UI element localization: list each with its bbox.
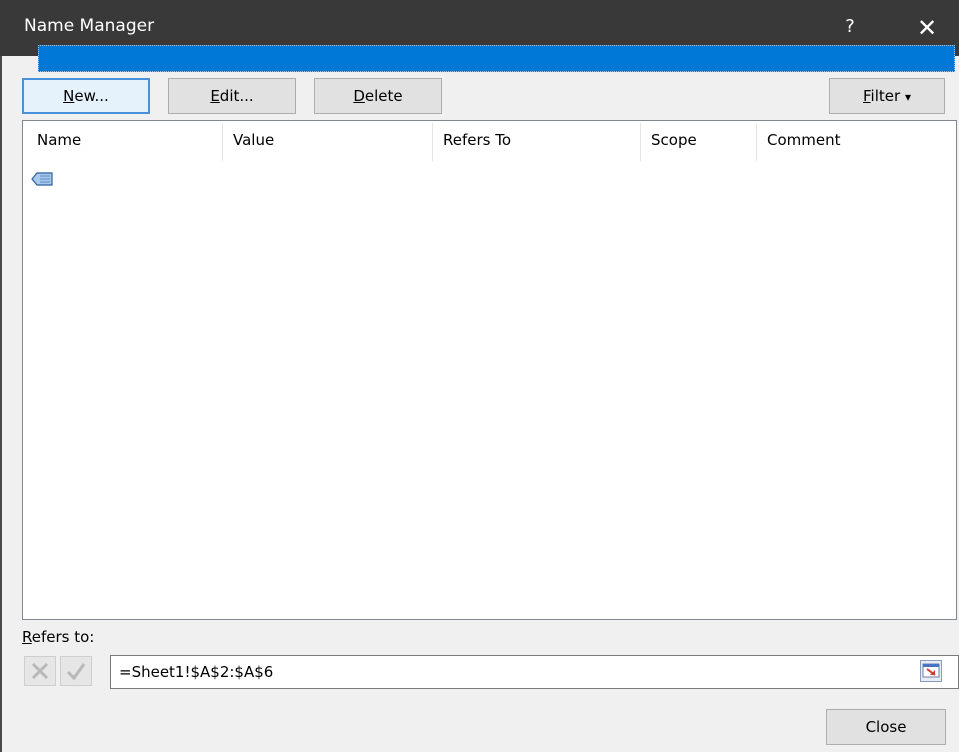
column-divider[interactable] [432, 123, 433, 161]
help-button[interactable]: ? [838, 13, 862, 41]
checkmark-icon [66, 663, 86, 681]
names-list[interactable]: Name Value Refers To Scope Comment [22, 120, 957, 620]
new-button-accel: N [63, 87, 75, 105]
filter-button-label: ilter [870, 87, 901, 105]
confirm-edit-button[interactable] [60, 656, 92, 686]
filter-button[interactable]: Filter ▾ [829, 78, 945, 114]
named-range-icon [31, 172, 53, 186]
window-title: Name Manager [24, 16, 155, 36]
filter-button-accel: F [863, 87, 871, 105]
refers-to-input[interactable]: =Sheet1!$A$2:$A$6 [110, 655, 959, 689]
column-header-value[interactable]: Value [233, 131, 274, 149]
column-divider[interactable] [640, 123, 641, 161]
cancel-edit-button[interactable] [24, 656, 56, 686]
window-border [0, 56, 2, 752]
column-header-comment[interactable]: Comment [767, 131, 841, 149]
cancel-x-icon [31, 662, 49, 680]
column-divider[interactable] [756, 123, 757, 161]
dropdown-arrow-icon: ▾ [904, 90, 911, 104]
delete-button[interactable]: Delete [314, 78, 442, 114]
edit-button-label: dit... [219, 87, 254, 105]
row-name-cell: قيمت [62, 171, 98, 189]
row-scope-cell: Workbo... [651, 171, 722, 189]
column-divider[interactable] [222, 123, 223, 161]
row-value-cell: {"20";"30";"49";"55";"... [232, 171, 415, 189]
edit-button-accel: E [210, 87, 220, 105]
refers-to-label: Refers to: [22, 628, 94, 646]
column-header-scope[interactable]: Scope [651, 131, 697, 149]
column-header-refers-to[interactable]: Refers To [443, 131, 511, 149]
delete-button-accel: D [353, 87, 365, 105]
edit-button[interactable]: Edit... [168, 78, 296, 114]
close-window-button[interactable]: ✕ [910, 12, 944, 44]
refers-to-label-accel: R [22, 628, 32, 646]
row-selection-highlight [38, 45, 955, 72]
new-button-label: ew... [74, 87, 109, 105]
delete-button-label: elete [364, 87, 403, 105]
range-selector-button[interactable] [920, 660, 942, 682]
row-refers-to-cell: =Sheet1!$A$2:$A$6 [442, 171, 597, 189]
close-button[interactable]: Close [826, 709, 946, 745]
refers-to-label-text: efers to: [31, 628, 95, 646]
new-button[interactable]: New... [22, 78, 150, 114]
collapse-dialog-icon [922, 663, 940, 678]
column-header-name[interactable]: Name [37, 131, 81, 149]
